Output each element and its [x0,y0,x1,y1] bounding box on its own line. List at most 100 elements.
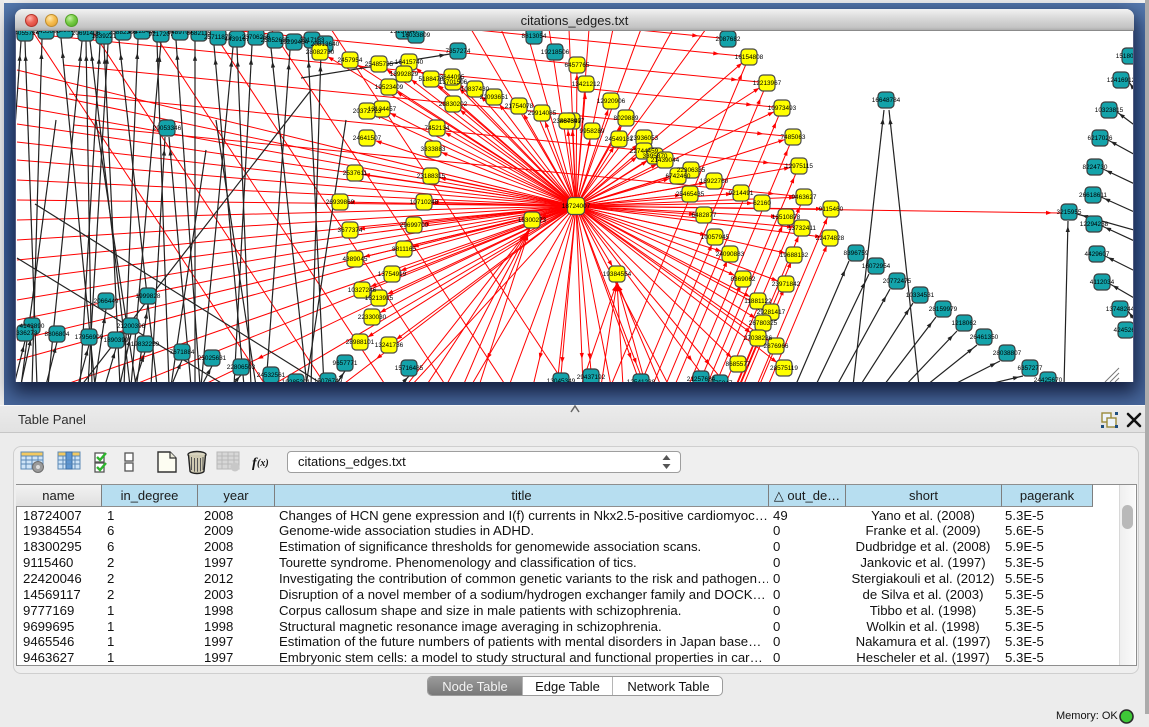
svg-text:15300273: 15300273 [518,217,547,224]
svg-text:4112034: 4112034 [1090,279,1115,286]
svg-text:22474828: 22474828 [816,235,845,242]
svg-text:4245263: 4245263 [1114,327,1134,334]
svg-text:16154808: 16154808 [735,54,764,61]
svg-text:23936053: 23936053 [630,135,659,142]
svg-text:22806503: 22806503 [227,364,256,371]
svg-text:28575119: 28575119 [770,365,798,372]
svg-text:20772475: 20772475 [883,278,912,285]
svg-text:12213967: 12213967 [753,80,782,87]
svg-text:6742460: 6742460 [666,173,691,180]
svg-text:2876966: 2876966 [764,343,789,350]
svg-text:26618611: 26618611 [1079,192,1107,199]
svg-text:26939869: 26939869 [326,199,355,206]
svg-text:6217026: 6217026 [1088,135,1113,142]
svg-text:28830202: 28830202 [439,101,468,108]
svg-text:15716485: 15716485 [395,365,424,372]
svg-text:7452134: 7452134 [425,125,450,132]
svg-text:1890399: 1890399 [104,337,129,344]
svg-text:24641507: 24641507 [353,135,382,142]
svg-text:27038236: 27038236 [744,335,773,342]
svg-text:8806804: 8806804 [45,331,70,338]
svg-text:13241736: 13241736 [375,342,404,349]
svg-text:28988101: 28988101 [346,339,375,346]
svg-text:7485063: 7485063 [781,134,806,141]
svg-text:2087682: 2087682 [716,36,741,43]
svg-text:8396759: 8396759 [844,250,869,257]
svg-text:8029889: 8029889 [614,115,639,122]
svg-text:15180586: 15180586 [1116,53,1134,60]
svg-text:16415740: 16415740 [395,59,424,66]
svg-text:13748244: 13748244 [1106,306,1134,313]
svg-text:8811165: 8811165 [392,246,416,253]
svg-text:1218062: 1218062 [952,320,977,327]
svg-text:2066449: 2066449 [94,298,119,305]
svg-text:25465435: 25465435 [676,191,705,198]
svg-text:29281417: 29281417 [757,309,786,316]
svg-text:6457765: 6457765 [565,62,590,69]
svg-text:24090883: 24090883 [716,251,745,258]
svg-text:19688132: 19688132 [780,252,809,259]
svg-text:21439044: 21439044 [651,157,680,164]
svg-text:13421212: 13421212 [572,81,601,88]
svg-text:10334531: 10334531 [906,292,935,299]
svg-text:2537611: 2537611 [343,170,368,177]
svg-text:4389045: 4389045 [343,256,368,263]
svg-text:6482877: 6482877 [692,212,717,219]
svg-text:9214491: 9214491 [729,190,754,197]
svg-text:19285201: 19285201 [282,379,311,382]
svg-text:4429607: 4429607 [1085,251,1110,258]
svg-text:13732411: 13732411 [788,225,816,232]
svg-text:28082730: 28082730 [306,49,335,56]
svg-text:19218506: 19218506 [541,49,570,56]
svg-text:19384554: 19384554 [603,271,632,278]
svg-text:29699700: 29699700 [400,222,429,229]
svg-text:24425670: 24425670 [1034,377,1063,382]
svg-text:7357274: 7357274 [446,48,471,55]
svg-text:19832259: 19832259 [131,341,160,348]
svg-text:3215955: 3215955 [1057,209,1082,216]
svg-text:12416912: 12416912 [1107,77,1134,84]
svg-text:10327246: 10327246 [348,287,377,294]
svg-text:10323815: 10323815 [1095,107,1124,114]
svg-text:22093651: 22093651 [480,94,509,101]
svg-text:20813640: 20813640 [311,41,340,48]
svg-text:8369062: 8369062 [731,276,756,283]
svg-text:8224730: 8224730 [1083,164,1108,171]
svg-text:28038807: 28038807 [993,350,1022,357]
svg-text:21754078: 21754078 [505,103,534,110]
svg-text:10837430: 10837430 [461,86,490,93]
svg-text:15076749: 15076749 [314,378,343,382]
svg-text:29053346: 29053346 [153,125,182,132]
svg-text:11881122: 11881122 [744,298,772,305]
svg-text:1999828: 1999828 [136,293,161,300]
svg-text:19523409: 19523409 [375,84,404,91]
svg-text:16033809: 16033809 [402,32,431,39]
svg-text:62160: 62160 [753,200,771,207]
svg-text:9115460: 9115460 [819,206,844,213]
svg-text:10710248: 10710248 [410,199,439,206]
svg-text:26461350: 26461350 [970,334,999,341]
svg-text:23487347: 23487347 [553,118,582,125]
svg-text:9958289: 9958289 [580,128,605,135]
svg-text:16213925: 16213925 [365,295,394,302]
svg-text:9875847: 9875847 [708,380,733,382]
svg-text:2457954: 2457954 [338,57,363,64]
svg-text:18992829: 18992829 [390,71,419,78]
svg-text:8685577: 8685577 [726,361,751,368]
svg-text:13754919: 13754919 [378,271,407,278]
svg-text:13045349: 13045349 [547,378,576,382]
svg-text:3677374: 3677374 [338,227,363,234]
svg-text:12294238: 12294238 [1080,221,1109,228]
svg-text:26780325: 26780325 [749,320,778,327]
svg-text:4143890: 4143890 [20,323,45,330]
svg-text:9463627: 9463627 [792,194,817,201]
svg-text:12975115: 12975115 [785,163,813,170]
svg-text:23971842: 23971842 [772,281,801,288]
svg-text:12541238: 12541238 [627,379,656,382]
svg-text:29914085: 29914085 [528,110,557,117]
svg-text:25025631: 25025631 [198,355,227,362]
svg-text:7671884: 7671884 [170,349,195,356]
svg-text:8813054: 8813054 [522,33,547,40]
svg-text:9657771: 9657771 [333,360,358,367]
svg-text:16648784: 16648784 [872,97,901,104]
